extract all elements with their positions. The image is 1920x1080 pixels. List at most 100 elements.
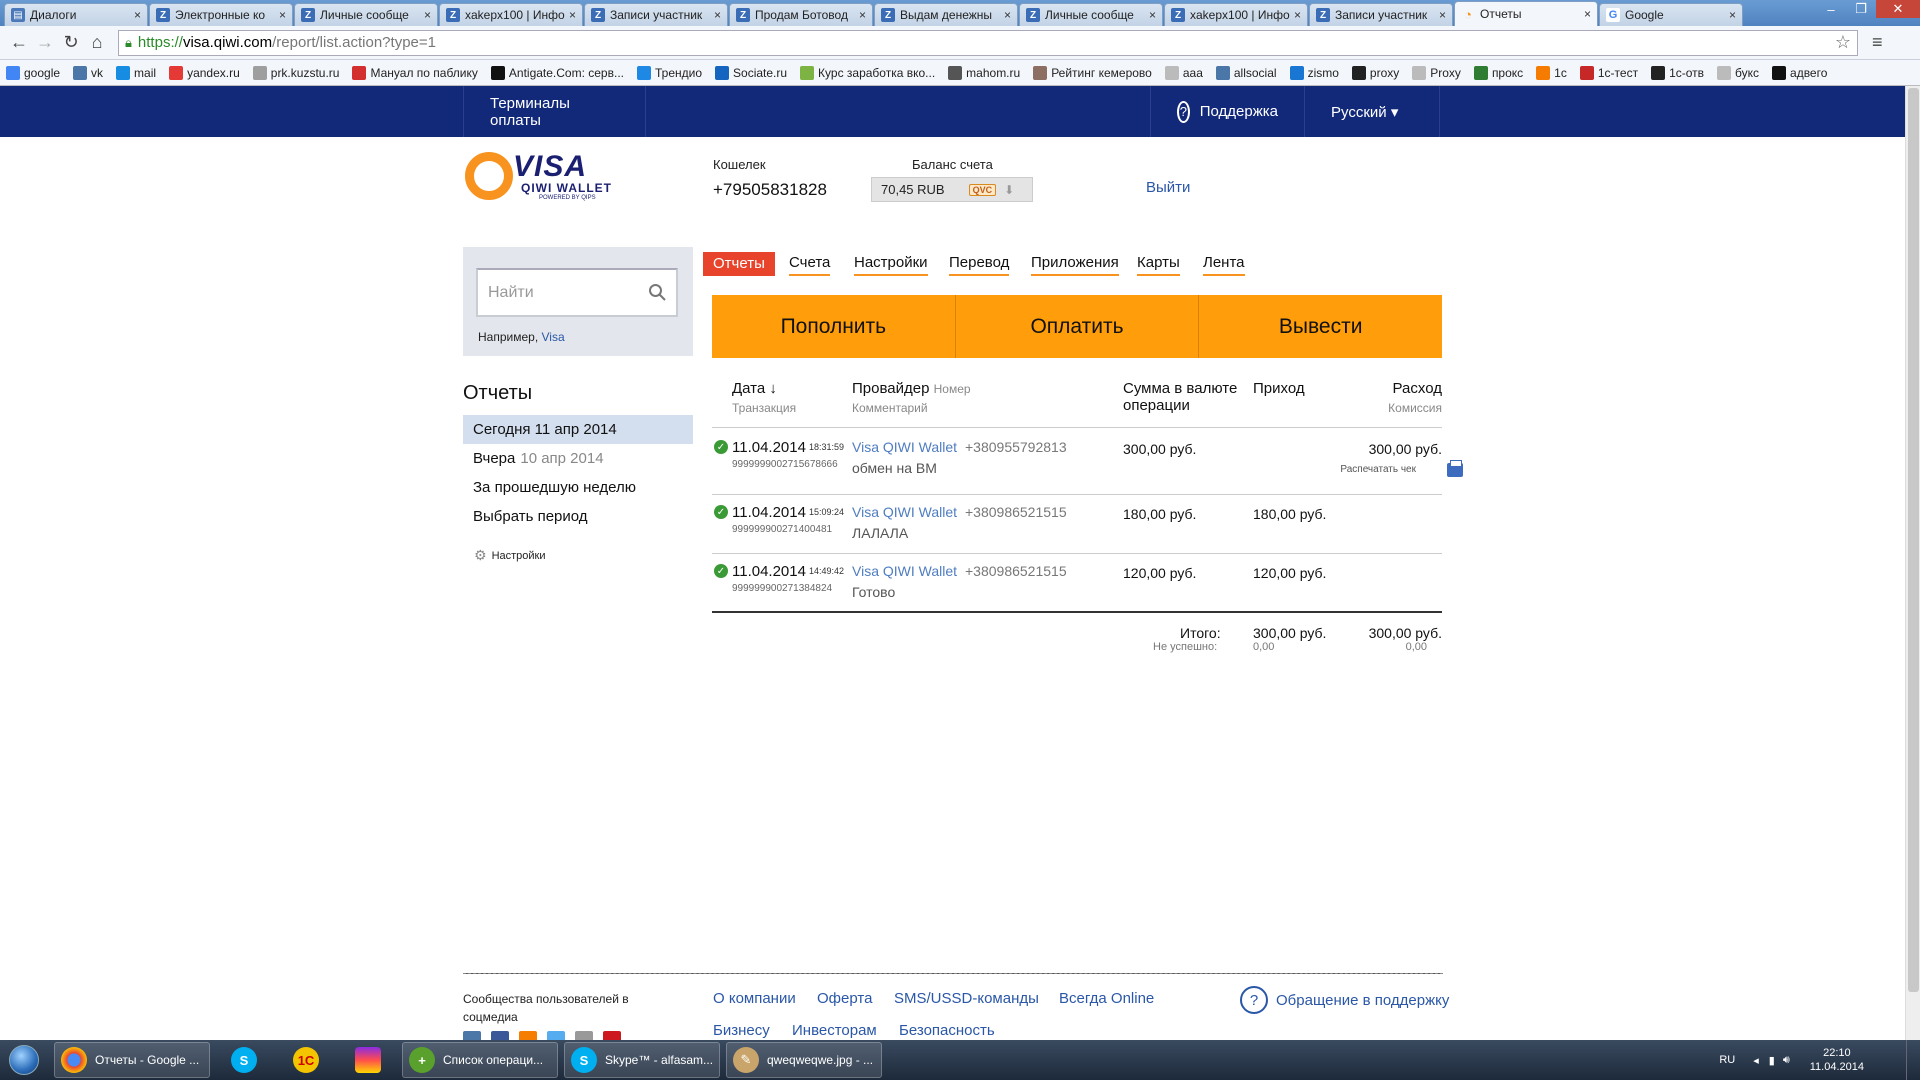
search-field[interactable] <box>476 268 678 317</box>
search-input[interactable] <box>488 283 648 302</box>
tab-close-icon[interactable]: × <box>859 8 866 22</box>
browser-tab[interactable]: Z Выдам денежны × <box>874 3 1018 26</box>
tab-close-icon[interactable]: × <box>424 8 431 22</box>
bookmark-star-icon[interactable]: ☆ <box>1835 32 1851 53</box>
taskbar-item[interactable]: S <box>216 1042 272 1078</box>
pay-button[interactable]: Оплатить <box>954 295 1199 358</box>
taskbar-item[interactable]: Отчеты - Google ... <box>54 1042 210 1078</box>
home-button[interactable]: ⌂ <box>84 30 110 56</box>
print-receipt-link[interactable]: Распечатать чек <box>1340 464 1416 475</box>
tab-cards[interactable]: Карты <box>1137 252 1180 276</box>
browser-tab[interactable]: Z Личные сообще × <box>1019 3 1163 26</box>
tab-settings[interactable]: Настройки <box>854 252 928 276</box>
bookmark-item[interactable]: yandex.ru <box>169 65 240 80</box>
bookmark-item[interactable]: Рейтинг кемерово <box>1033 65 1152 80</box>
browser-tab[interactable]: Z Личные сообще × <box>294 3 438 26</box>
bookmark-item[interactable]: proxy <box>1351 65 1399 80</box>
tab-close-icon[interactable]: × <box>1004 8 1011 22</box>
period-last-week[interactable]: За прошедшую неделю <box>463 473 693 502</box>
period-today[interactable]: Сегодня 11 апр 2014 <box>463 415 693 444</box>
footer-link-security[interactable]: Безопасность <box>899 1022 995 1039</box>
bookmark-item[interactable]: Мануал по паблику <box>352 65 478 80</box>
address-bar[interactable]: 🔒︎ https://visa.qiwi.com/report/list.act… <box>118 29 1858 56</box>
browser-tab[interactable]: Z Продам Ботовод × <box>729 3 873 26</box>
browser-tab-active[interactable]: ◔ Отчеты × <box>1454 1 1598 26</box>
browser-tab[interactable]: G Google × <box>1599 3 1743 26</box>
browser-menu-icon[interactable]: ≡ <box>1872 32 1883 53</box>
browser-tab[interactable]: Zxakepx100 | Инфо × <box>1164 3 1308 26</box>
footer-link-online[interactable]: Всегда Online <box>1059 990 1154 1007</box>
taskbar-item[interactable] <box>340 1042 396 1078</box>
tab-reports[interactable]: Отчеты <box>703 252 775 276</box>
start-button[interactable] <box>0 1040 48 1080</box>
tab-close-icon[interactable]: × <box>569 8 576 22</box>
footer-support-link[interactable]: ? Обращение в поддержку <box>1240 986 1449 1014</box>
taskbar-item[interactable]: + Список операци... <box>402 1042 558 1078</box>
tab-close-icon[interactable]: × <box>714 8 721 22</box>
tab-feed[interactable]: Лента <box>1203 252 1245 276</box>
tab-close-icon[interactable]: × <box>1439 8 1446 22</box>
bookmark-item[interactable]: прокс <box>1473 65 1523 80</box>
volume-icon[interactable]: 🔊︎ <box>1783 1054 1790 1067</box>
provider-link[interactable]: Visa QIWI Wallet <box>852 504 957 520</box>
show-desktop-button[interactable] <box>1906 1040 1920 1080</box>
browser-tab[interactable]: Z Записи участник × <box>1309 3 1453 26</box>
bookmark-item[interactable]: prk.kuzstu.ru <box>252 65 339 80</box>
bookmark-item[interactable]: 1с-отв <box>1651 65 1704 80</box>
bookmark-item[interactable]: Sociate.ru <box>715 65 787 80</box>
table-row[interactable]: ✓ 11.04.2014 14:49:42 999999900271384824… <box>712 563 1442 624</box>
tab-accounts[interactable]: Счета <box>789 252 831 276</box>
provider-link[interactable]: Visa QIWI Wallet <box>852 563 957 579</box>
terminals-link[interactable]: Терминалы оплаты <box>463 86 646 137</box>
taskbar-item[interactable]: 1С <box>278 1042 334 1078</box>
table-row[interactable]: ✓ 11.04.2014 18:31:59 999999900271567866… <box>712 439 1463 500</box>
footer-link-offer[interactable]: Оферта <box>817 990 872 1007</box>
bookmark-item[interactable]: allsocial <box>1215 65 1277 80</box>
period-yesterday[interactable]: Вчера 10 апр 2014 <box>463 444 693 473</box>
bookmark-item[interactable]: Proxy <box>1412 65 1461 80</box>
tray-expand-icon[interactable]: ◂ <box>1753 1054 1759 1067</box>
tab-close-icon[interactable]: × <box>1294 8 1301 22</box>
reload-button[interactable]: ↻ <box>58 30 84 56</box>
language-select[interactable]: Русский ▾ <box>1305 86 1440 137</box>
footer-link-about[interactable]: О компании <box>713 990 796 1007</box>
language-indicator[interactable]: RU <box>1719 1054 1735 1066</box>
clock[interactable]: 22:10 11.04.2014 <box>1810 1046 1864 1074</box>
minimize-button[interactable]: – <box>1816 0 1846 18</box>
browser-tab[interactable]: Z Электронные ко × <box>149 3 293 26</box>
withdraw-button[interactable]: Вывести <box>1198 295 1443 358</box>
browser-tab[interactable]: ▤ Диалоги × <box>4 3 148 26</box>
taskbar-item[interactable]: ✎ qweqweqwe.jpg - ... <box>726 1042 882 1078</box>
close-window-button[interactable]: ✕ <box>1876 0 1920 18</box>
bookmark-item[interactable]: Трендио <box>637 65 702 80</box>
table-row[interactable]: ✓ 11.04.2014 15:09:24 999999900271400481… <box>712 504 1442 565</box>
search-icon[interactable] <box>648 283 666 301</box>
browser-tab[interactable]: Z Записи участник × <box>584 3 728 26</box>
bookmark-item[interactable]: zismo <box>1289 65 1339 80</box>
period-custom[interactable]: Выбрать период <box>463 502 693 531</box>
footer-link-sms[interactable]: SMS/USSD-команды <box>894 990 1039 1007</box>
bookmark-item[interactable]: адвего <box>1772 65 1827 80</box>
support-link[interactable]: ? Поддержка <box>1150 86 1305 137</box>
printer-icon[interactable] <box>1447 460 1463 477</box>
provider-link[interactable]: Visa QIWI Wallet <box>852 439 957 455</box>
taskbar-item[interactable]: S Skype™ - alfasam... <box>564 1042 720 1078</box>
balance-selector[interactable]: 70,45 RUB QVC ⬇ <box>871 177 1033 202</box>
topup-button[interactable]: Пополнить <box>712 295 955 358</box>
scrollbar-thumb[interactable] <box>1908 88 1919 992</box>
bookmark-item[interactable]: Курс заработка вко... <box>800 65 935 80</box>
bookmark-item[interactable]: mahom.ru <box>948 65 1020 80</box>
reports-settings-link[interactable]: ⚙ Настройки <box>474 547 546 564</box>
tab-close-icon[interactable]: × <box>134 8 141 22</box>
bookmark-item[interactable]: букс <box>1717 65 1759 80</box>
bookmark-item[interactable]: google <box>6 65 60 80</box>
forward-button[interactable]: → <box>32 30 58 56</box>
bookmark-item[interactable]: vk <box>73 65 103 80</box>
back-button[interactable]: ← <box>6 30 32 56</box>
logout-link[interactable]: Выйти <box>1146 179 1190 196</box>
tab-close-icon[interactable]: × <box>1584 7 1591 21</box>
browser-tab[interactable]: Zxakepx100 | Инфо × <box>439 3 583 26</box>
maximize-button[interactable]: ❐ <box>1846 0 1876 18</box>
network-icon[interactable]: ▮ <box>1769 1054 1775 1067</box>
tab-apps[interactable]: Приложения <box>1031 252 1119 276</box>
